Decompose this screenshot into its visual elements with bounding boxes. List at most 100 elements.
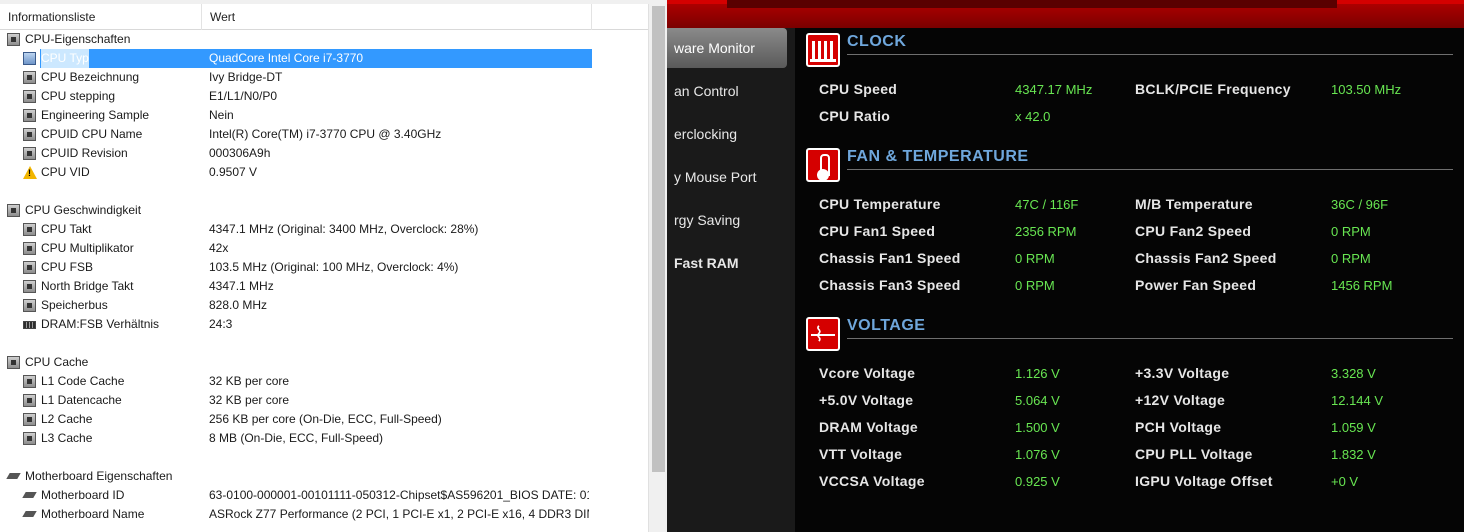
row-label: CPU Takt: [41, 222, 92, 236]
tree-item-row[interactable]: Motherboard ID 63-0100-000001-00101111-05…: [0, 486, 648, 505]
metric-value: 1.500 V: [1015, 420, 1060, 435]
vertical-scrollbar[interactable]: [648, 4, 667, 532]
tree-item-row[interactable]: Engineering Sample Nein: [0, 106, 648, 125]
top-banner: [667, 0, 1464, 28]
tree-group-row[interactable]: Motherboard Eigenschaften: [0, 467, 648, 486]
chip-icon: [23, 223, 36, 236]
tree-item-row[interactable]: CPU VID 0.9507 V: [0, 163, 648, 182]
tree-item-row[interactable]: CPU FSB 103.5 MHz (Original: 100 MHz, Ove…: [0, 258, 648, 277]
metric-value: 103.50 MHz: [1331, 82, 1402, 97]
tree-item-row[interactable]: CPU Typ QuadCore Intel Core i7-3770: [0, 49, 648, 68]
tree-group-row[interactable]: CPU-Eigenschaften: [0, 30, 648, 49]
hardware-monitor-app: ware Monitor an Control erclocking y Mouse …: [667, 0, 1464, 532]
metric-value: 5.064 V: [1015, 393, 1060, 408]
row-label: L2 Cache: [41, 412, 93, 426]
metric-label: PCH Voltage: [1135, 419, 1222, 435]
list-header: Informationsliste Wert: [0, 4, 648, 30]
row-value: 000306A9h: [209, 146, 271, 160]
nav-item[interactable]: y Mouse Port: [667, 157, 795, 197]
tree-item-row[interactable]: L1 Datencache 32 KB per core: [0, 391, 648, 410]
row-value: 4347.1 MHz (Original: 3400 MHz, Overcloc…: [209, 222, 479, 236]
nav-item[interactable]: rgy Saving: [667, 200, 795, 240]
row-label: Motherboard Name: [41, 507, 145, 521]
metric-value: 4347.17 MHz: [1015, 82, 1093, 97]
metric-value: +0 V: [1331, 474, 1359, 489]
metric-label: Vcore Voltage: [819, 365, 916, 381]
chip-icon: [23, 147, 36, 160]
metric-label: CPU Fan2 Speed: [1135, 223, 1252, 239]
cpu-icon: [23, 52, 36, 65]
metric-label: Chassis Fan3 Speed: [819, 277, 961, 293]
nav-item[interactable]: an Control: [667, 71, 795, 111]
tree-item-row[interactable]: Speicherbus 828.0 MHz: [0, 296, 648, 315]
nav-item[interactable]: ware Monitor: [667, 28, 787, 68]
metric-value: 0 RPM: [1331, 224, 1371, 239]
row-label: CPU Geschwindigkeit: [25, 203, 142, 217]
row-label: CPU Typ: [41, 49, 89, 68]
metric-label: +12V Voltage: [1135, 392, 1226, 408]
tree-item-row[interactable]: L3 Cache 8 MB (On-Die, ECC, Full-Speed): [0, 429, 648, 448]
scrollbar-thumb[interactable]: [652, 6, 665, 472]
metric-label: Power Fan Speed: [1135, 277, 1257, 293]
chip-icon: [23, 299, 36, 312]
row-value: 32 KB per core: [209, 374, 290, 388]
metric-value: 0.925 V: [1015, 474, 1060, 489]
row-label: North Bridge Takt: [41, 279, 134, 293]
row-label: Motherboard Eigenschaften: [25, 469, 173, 483]
row-value: 4347.1 MHz: [209, 279, 274, 293]
row-value: [209, 467, 589, 486]
tree-item-row[interactable]: CPUID CPU Name Intel(R) Core(TM) i7-3770 …: [0, 125, 648, 144]
metric-value: 1456 RPM: [1331, 278, 1393, 293]
row-value: 0.9507 V: [209, 165, 258, 179]
tree-item-row[interactable]: North Bridge Takt 4347.1 MHz: [0, 277, 648, 296]
metric-label: BCLK/PCIE Frequency: [1135, 81, 1291, 97]
row-value: Ivy Bridge-DT: [209, 70, 283, 84]
tree-item-row[interactable]: CPUID Revision 000306A9h: [0, 144, 648, 163]
metric-value: 2356 RPM: [1015, 224, 1077, 239]
row-value: 24:3: [209, 317, 233, 331]
row-value: 828.0 MHz: [209, 298, 268, 312]
tree-item-row[interactable]: CPU stepping E1/L1/N0/P0: [0, 87, 648, 106]
tree-item-row[interactable]: L1 Code Cache 32 KB per core: [0, 372, 648, 391]
tree-item-row[interactable]: L2 Cache 256 KB per core (On-Die, ECC, Fu…: [0, 410, 648, 429]
tree-item-row[interactable]: Motherboard Name ASRock Z77 Performance (…: [0, 505, 648, 524]
banner-inner: [727, 0, 1337, 8]
metric-label: CPU Temperature: [819, 196, 941, 212]
chip-icon: [23, 90, 36, 103]
tree-group-row[interactable]: CPU Cache: [0, 353, 648, 372]
metric-label: Chassis Fan2 Speed: [1135, 250, 1277, 266]
nav-item[interactable]: erclocking: [667, 114, 795, 154]
metric-label: +3.3V Voltage: [1135, 365, 1230, 381]
section-title: CLOCK: [847, 33, 907, 50]
row-value: 103.5 MHz (Original: 100 MHz, Overclock:…: [209, 260, 459, 274]
metric-value: 47C / 116F: [1015, 197, 1079, 212]
tree-item-row[interactable]: CPU Multiplikator 42x: [0, 239, 648, 258]
chip-icon: [23, 261, 36, 274]
row-value: QuadCore Intel Core i7-3770: [209, 51, 364, 65]
motherboard-icon: [23, 489, 36, 502]
section-divider: [847, 169, 1453, 170]
tree-group-row[interactable]: CPU Geschwindigkeit: [0, 201, 648, 220]
tree-item-row[interactable]: CPU Takt 4347.1 MHz (Original: 3400 MHz, …: [0, 220, 648, 239]
side-nav: ware Monitor an Control erclocking y Mouse …: [667, 28, 795, 532]
metric-label: IGPU Voltage Offset: [1135, 473, 1273, 489]
row-label: CPU stepping: [41, 89, 116, 103]
nav-item[interactable]: Fast RAM: [667, 243, 795, 283]
tree-item-row[interactable]: DRAM:FSB Verhältnis 24:3: [0, 315, 648, 334]
thermometer-icon: [806, 148, 840, 182]
column-header-info[interactable]: Informationsliste: [0, 4, 202, 30]
column-header-value[interactable]: Wert: [202, 4, 592, 30]
row-label: CPU Cache: [25, 355, 89, 369]
row-label: CPU Bezeichnung: [41, 70, 140, 84]
row-value: ASRock Z77 Performance (2 PCI, 1 PCI-E x…: [209, 507, 589, 521]
row-label: L1 Code Cache: [41, 374, 125, 388]
clock-bars-icon: [806, 33, 840, 67]
metric-label: CPU Fan1 Speed: [819, 223, 936, 239]
motherboard-icon: [23, 508, 36, 521]
chip-icon: [23, 280, 36, 293]
chip-icon: [7, 356, 20, 369]
tree-item-row[interactable]: CPU Bezeichnung Ivy Bridge-DT: [0, 68, 648, 87]
metric-value: 3.328 V: [1331, 366, 1376, 381]
row-value: 256 KB per core (On-Die, ECC, Full-Speed…: [209, 412, 442, 426]
